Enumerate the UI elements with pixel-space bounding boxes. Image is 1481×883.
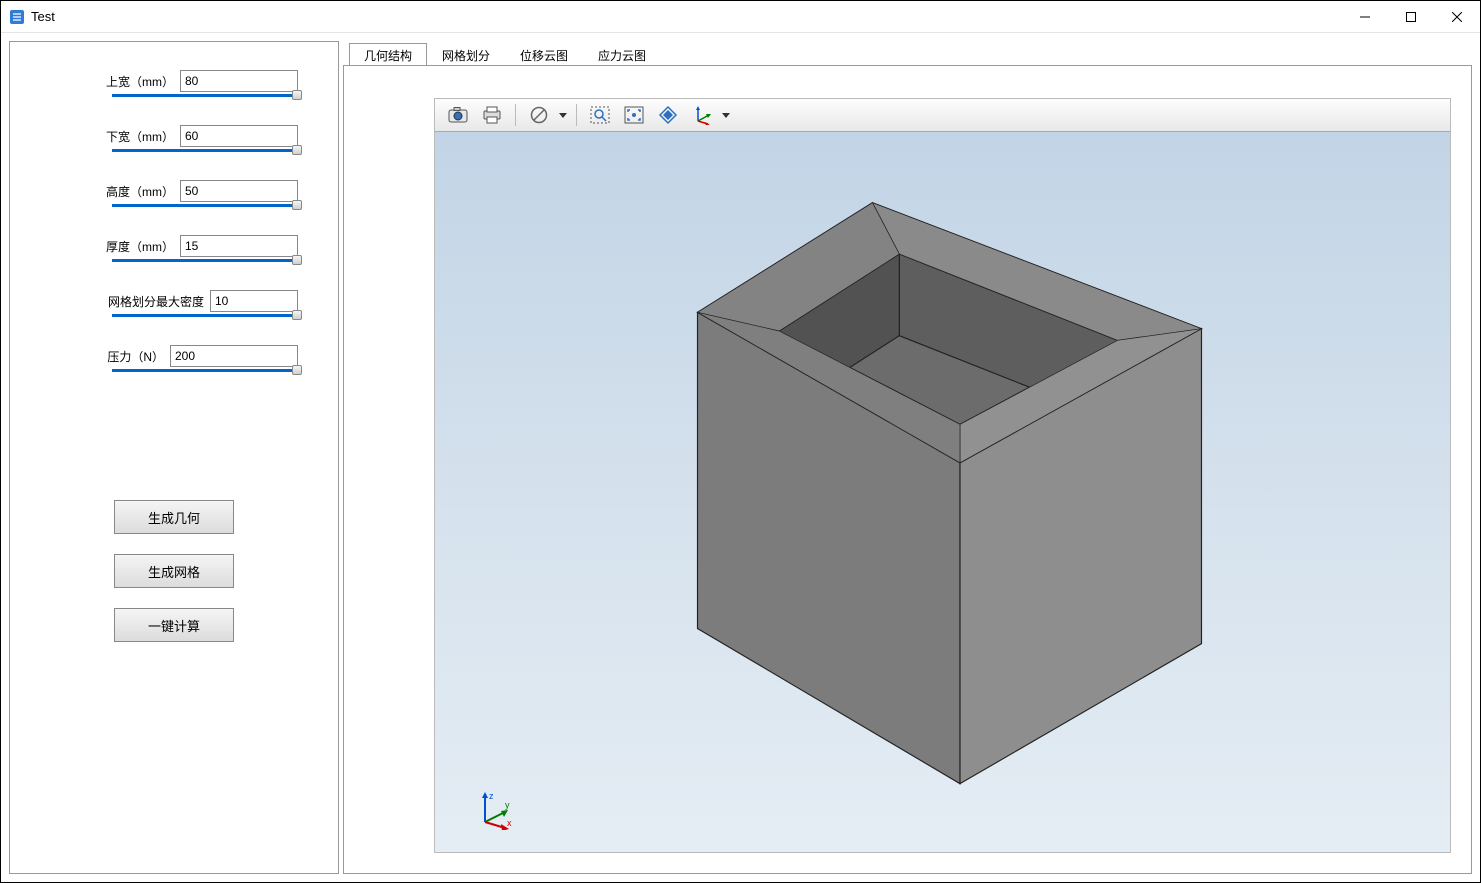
viewer-toolbar <box>434 98 1451 132</box>
geometry-render <box>435 132 1450 852</box>
tabbar: 几何结构 网格划分 位移云图 应力云图 <box>343 41 1472 65</box>
titlebar: Test <box>1 1 1480 33</box>
window-title: Test <box>31 9 55 24</box>
param-row-top-width: 上宽（mm） <box>50 70 298 92</box>
axis-x-label: x <box>507 818 512 828</box>
height-input[interactable] <box>180 180 298 202</box>
main-area: 几何结构 网格划分 位移云图 应力云图 <box>343 41 1472 874</box>
maximize-button[interactable] <box>1388 1 1434 32</box>
fit-icon[interactable] <box>619 101 649 129</box>
axis-gizmo: z y x <box>475 790 515 830</box>
top-width-input[interactable] <box>180 70 298 92</box>
axis-icon[interactable] <box>687 101 717 129</box>
axis-z-label: z <box>489 791 494 801</box>
action-button-group: 生成几何 生成网格 一键计算 <box>50 500 298 642</box>
viewport-frame: z y x <box>343 65 1472 874</box>
param-label: 下宽（mm） <box>106 128 174 145</box>
app-icon <box>9 9 25 25</box>
tab-geometry[interactable]: 几何结构 <box>349 43 427 66</box>
sidebar-panel: 上宽（mm） 下宽（mm） 高度（mm） 厚度（mm） <box>9 41 339 874</box>
print-icon[interactable] <box>477 101 507 129</box>
no-entry-icon[interactable] <box>524 101 554 129</box>
tab-mesh[interactable]: 网格划分 <box>427 43 505 66</box>
param-row-thickness: 厚度（mm） <box>50 235 298 257</box>
pressure-input[interactable] <box>170 345 298 367</box>
top-width-slider[interactable] <box>112 94 298 97</box>
param-label: 厚度（mm） <box>106 238 174 255</box>
pressure-slider[interactable] <box>112 369 298 372</box>
mesh-density-slider[interactable] <box>112 314 298 317</box>
mesh-density-input[interactable] <box>210 290 298 312</box>
param-row-bottom-width: 下宽（mm） <box>50 125 298 147</box>
rotate-icon[interactable] <box>653 101 683 129</box>
window-controls <box>1342 1 1480 32</box>
close-button[interactable] <box>1434 1 1480 32</box>
app-window: Test 上宽（mm） 下宽（mm） <box>0 0 1481 883</box>
content-area: 上宽（mm） 下宽（mm） 高度（mm） 厚度（mm） <box>1 33 1480 882</box>
param-label: 上宽（mm） <box>106 73 174 90</box>
compute-button[interactable]: 一键计算 <box>114 608 234 642</box>
bottom-width-input[interactable] <box>180 125 298 147</box>
dropdown-icon[interactable] <box>721 113 731 118</box>
param-label: 压力（N） <box>107 348 164 365</box>
generate-mesh-button[interactable]: 生成网格 <box>114 554 234 588</box>
param-row-height: 高度（mm） <box>50 180 298 202</box>
tab-displacement[interactable]: 位移云图 <box>505 43 583 66</box>
camera-icon[interactable] <box>443 101 473 129</box>
param-row-mesh-density: 网格划分最大密度 <box>50 290 298 312</box>
bottom-width-slider[interactable] <box>112 149 298 152</box>
axis-y-label: y <box>505 800 510 810</box>
height-slider[interactable] <box>112 204 298 207</box>
param-row-pressure: 压力（N） <box>50 345 298 367</box>
minimize-button[interactable] <box>1342 1 1388 32</box>
param-label: 高度（mm） <box>106 183 174 200</box>
generate-geometry-button[interactable]: 生成几何 <box>114 500 234 534</box>
dropdown-icon[interactable] <box>558 113 568 118</box>
toolbar-separator <box>576 104 577 126</box>
zoom-box-icon[interactable] <box>585 101 615 129</box>
thickness-slider[interactable] <box>112 259 298 262</box>
toolbar-separator <box>515 104 516 126</box>
thickness-input[interactable] <box>180 235 298 257</box>
3d-viewport[interactable]: z y x <box>434 132 1451 853</box>
tab-stress[interactable]: 应力云图 <box>583 43 661 66</box>
param-label: 网格划分最大密度 <box>108 293 204 310</box>
